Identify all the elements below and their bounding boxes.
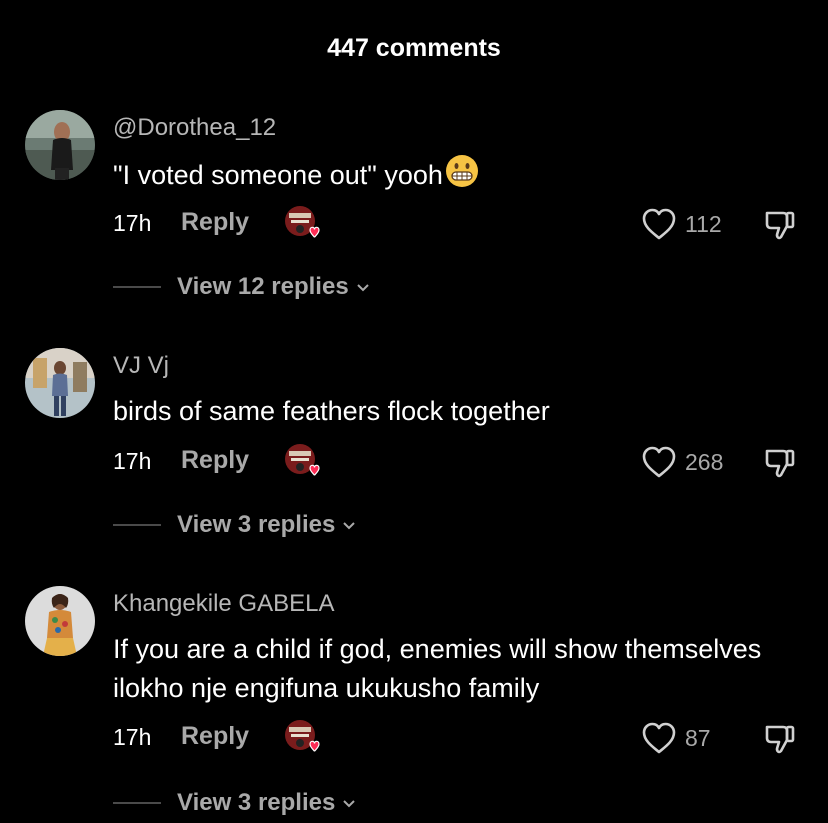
thread-divider — [113, 802, 161, 804]
thread-divider — [113, 524, 161, 526]
creator-liked-badge-icon — [283, 442, 323, 482]
avatar[interactable] — [25, 110, 95, 180]
creator-liked-badge-icon — [283, 718, 323, 758]
creator-liked-badge-icon — [283, 204, 323, 244]
comment-username[interactable]: @Dorothea_12 — [113, 114, 276, 142]
comment-text: birds of same feathers flock together — [113, 396, 550, 426]
heart-outline-icon — [642, 722, 676, 754]
chevron-down-icon — [356, 284, 369, 292]
grimacing-face-icon — [445, 154, 479, 199]
chevron-down-icon — [343, 800, 356, 808]
comment-time: 17h — [113, 448, 152, 474]
thumbs-down-icon — [765, 449, 795, 478]
like-button[interactable]: 268 — [641, 444, 723, 480]
comment-text: If you are a child if god, enemies will … — [113, 634, 762, 703]
comment-username[interactable]: Khangekile GABELA — [113, 590, 334, 618]
reply-button[interactable]: Reply — [181, 446, 249, 475]
view-replies-button[interactable]: View 3 replies — [113, 507, 357, 543]
reply-button[interactable]: Reply — [181, 722, 249, 751]
thumbs-down-icon — [765, 725, 795, 754]
like-count: 112 — [685, 210, 722, 237]
comment-item: VJ Vj birds of same feathers flock toget… — [0, 348, 828, 578]
comment-text: "I voted someone out" yooh — [113, 154, 803, 199]
like-count: 87 — [685, 724, 711, 751]
chevron-down-icon — [343, 522, 356, 530]
comment-actions: 17h Reply 87 — [0, 718, 828, 758]
comment-time: 17h — [113, 724, 152, 750]
heart-outline-icon — [642, 446, 676, 478]
comments-count-title: 447 comments — [327, 34, 501, 62]
view-replies-label: View 3 replies — [177, 789, 336, 816]
avatar[interactable] — [25, 586, 95, 656]
comment-actions: 17h Reply 268 — [0, 442, 828, 482]
like-button[interactable]: 112 — [641, 206, 722, 242]
dislike-button[interactable] — [762, 720, 798, 756]
like-count: 268 — [685, 448, 724, 475]
view-replies-label: View 3 replies — [177, 511, 336, 538]
view-replies-button[interactable]: View 12 replies — [113, 269, 371, 305]
dislike-button[interactable] — [762, 444, 798, 480]
heart-outline-icon — [642, 208, 676, 240]
comment-item: @Dorothea_12 "I voted someone out" yooh … — [0, 110, 828, 340]
like-button[interactable]: 87 — [641, 720, 711, 756]
comment-actions: 17h Reply 112 — [0, 204, 828, 244]
comment-time: 17h — [113, 210, 152, 236]
reply-button[interactable]: Reply — [181, 208, 249, 237]
thumbs-down-icon — [765, 211, 795, 240]
dislike-button[interactable] — [762, 206, 798, 242]
thread-divider — [113, 286, 161, 288]
view-replies-label: View 12 replies — [177, 273, 349, 300]
view-replies-button[interactable]: View 3 replies — [113, 785, 357, 821]
avatar[interactable] — [25, 348, 95, 418]
comment-item: Khangekile GABELA If you are a child if … — [0, 586, 828, 823]
comment-username[interactable]: VJ Vj — [113, 352, 169, 380]
